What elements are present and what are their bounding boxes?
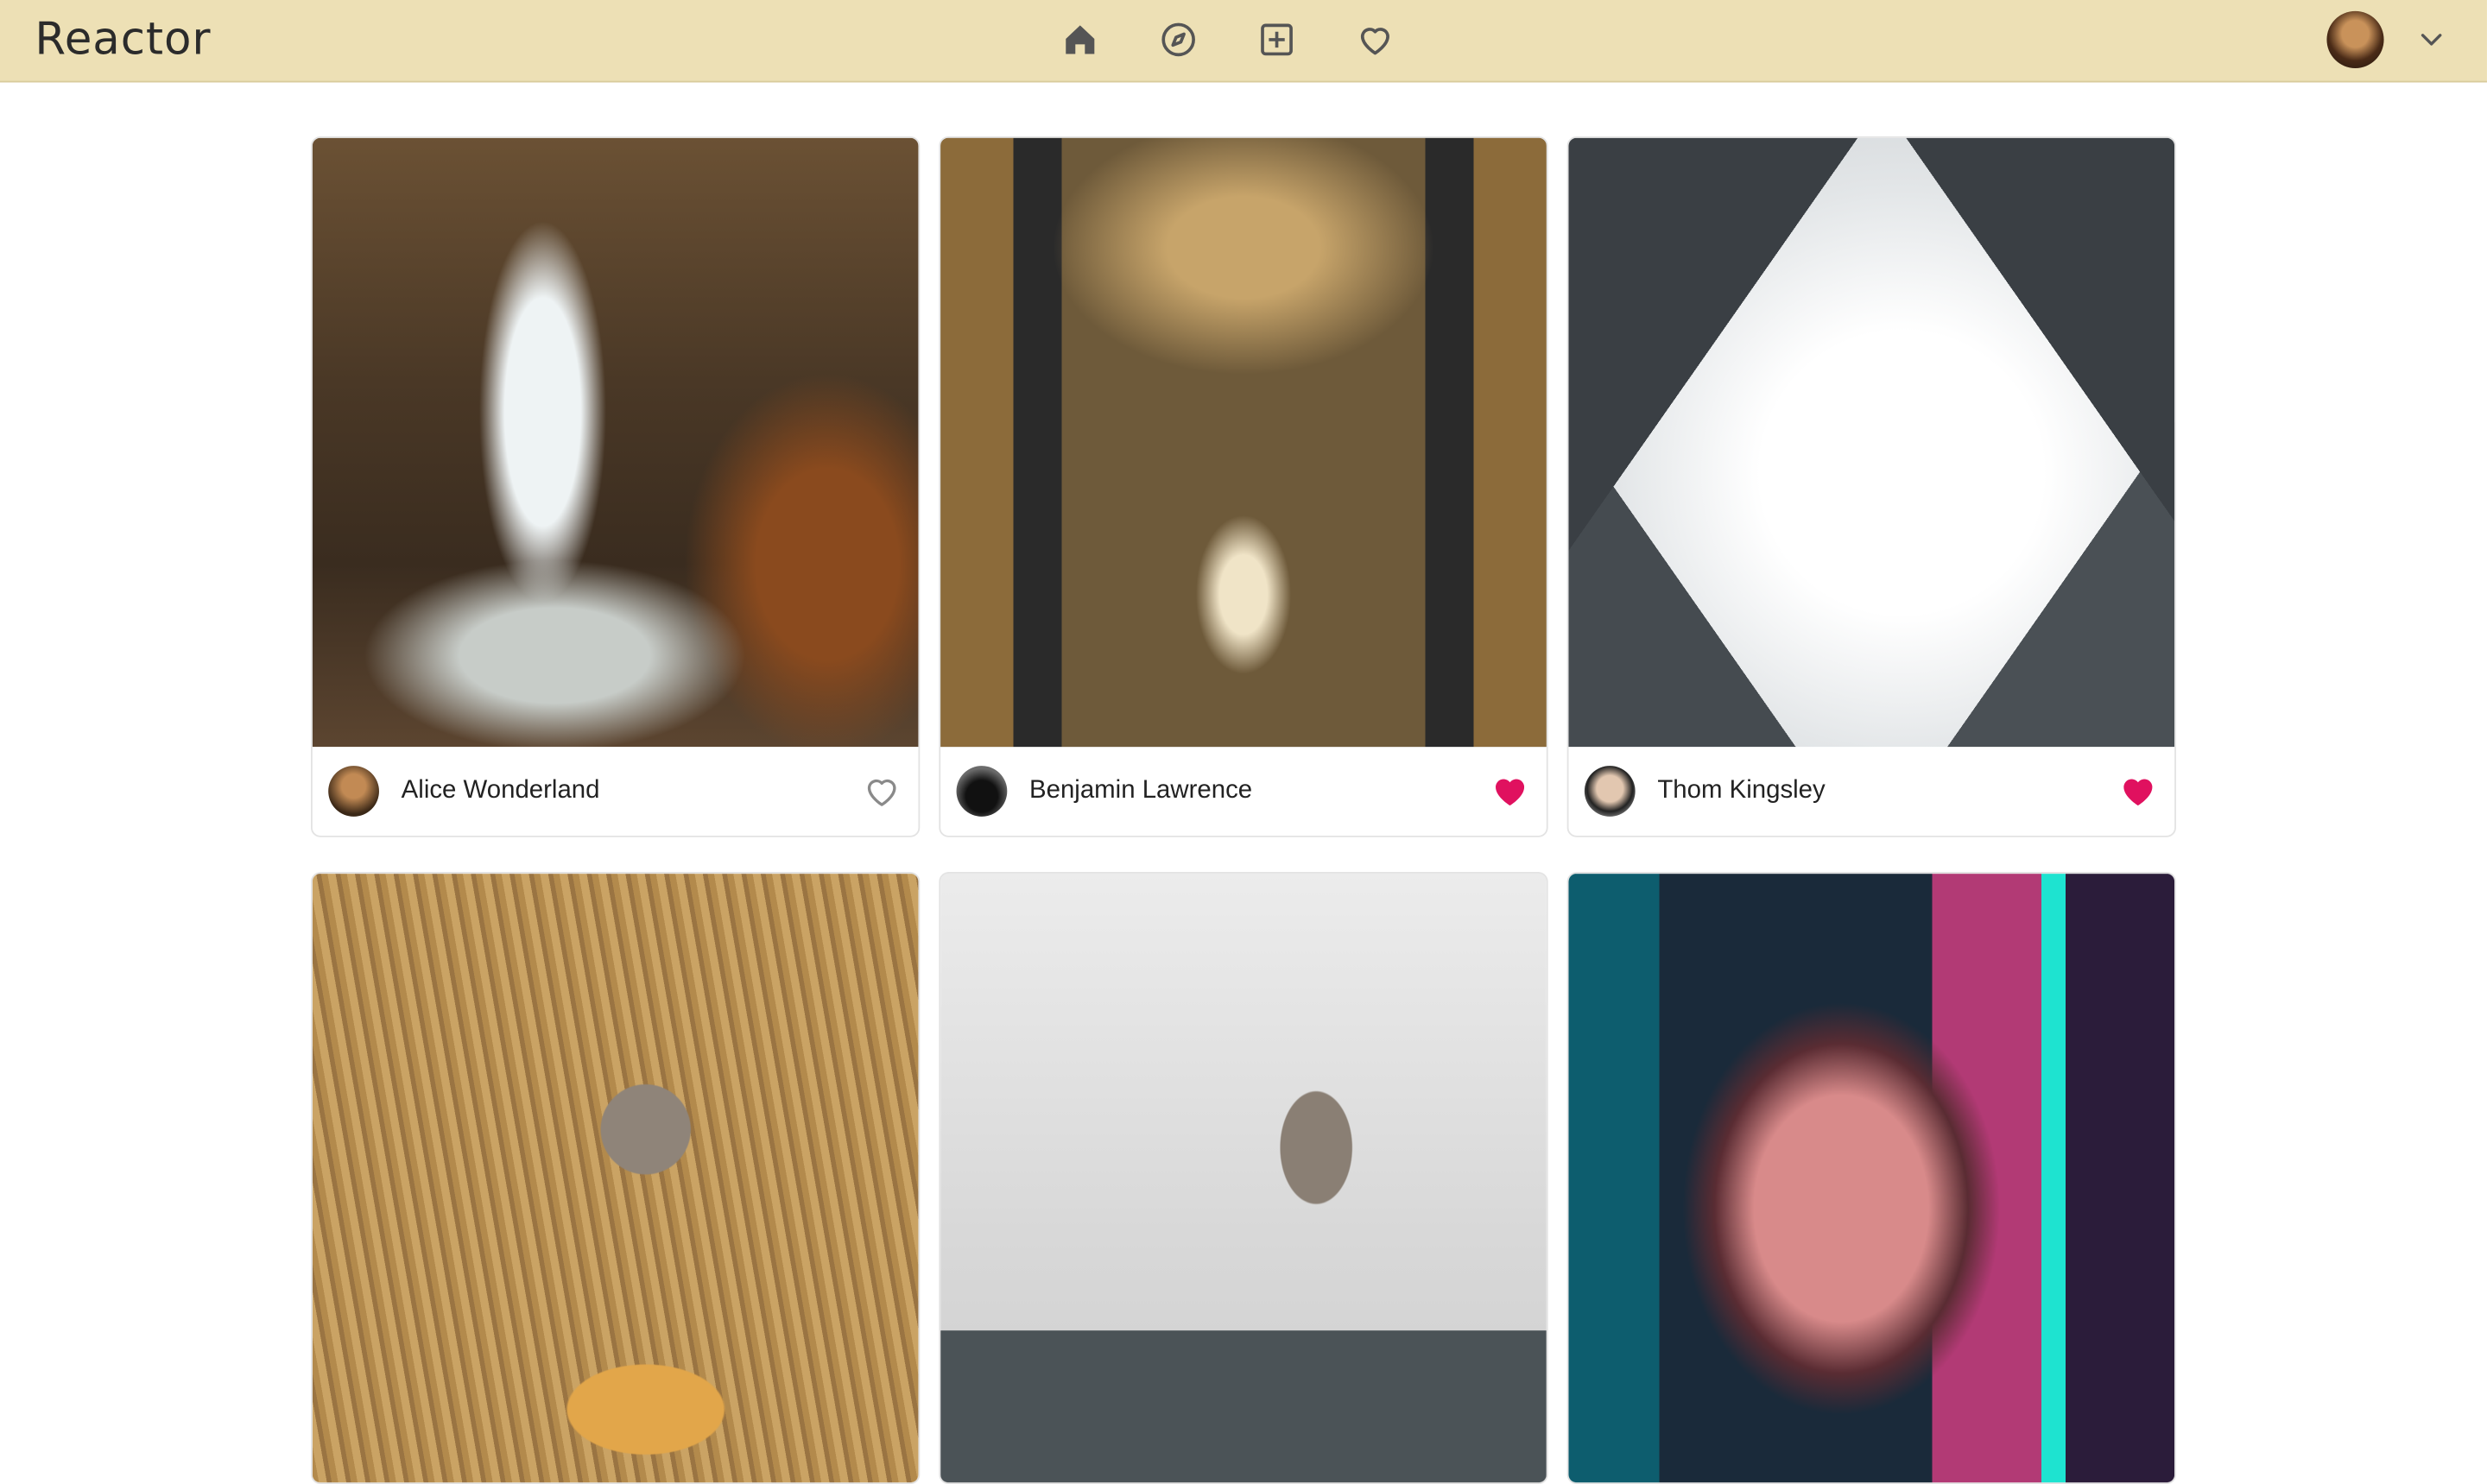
post-card: Alice Wonderland xyxy=(310,136,921,837)
author-name[interactable]: Benjamin Lawrence xyxy=(1029,777,1490,805)
post-photo-waterfall[interactable] xyxy=(312,137,919,748)
author-name[interactable]: Thom Kingsley xyxy=(1657,777,2117,805)
post-card xyxy=(1566,872,2176,1484)
app-logo[interactable]: Reactor xyxy=(35,13,211,66)
heart-filled-icon xyxy=(1496,779,1525,806)
post-photo-neon-portrait[interactable] xyxy=(1568,874,2175,1483)
post-footer: Benjamin Lawrence xyxy=(940,747,1547,836)
chevron-down-icon[interactable] xyxy=(2414,22,2448,57)
post-card: Benjamin Lawrence xyxy=(939,136,1548,837)
top-bar: Reactor xyxy=(0,0,2487,83)
nav-explore-button[interactable] xyxy=(1155,16,1202,63)
nav-new-post-button[interactable] xyxy=(1253,16,1300,63)
home-icon xyxy=(1066,25,1095,54)
author-name[interactable]: Alice Wonderland xyxy=(402,777,862,805)
like-button[interactable] xyxy=(861,771,902,812)
nav-home-button[interactable] xyxy=(1056,16,1104,63)
post-card xyxy=(310,872,921,1484)
heart-filled-icon xyxy=(2123,779,2153,806)
post-photo-church-interior[interactable] xyxy=(940,137,1547,748)
post-photo-monkey[interactable] xyxy=(940,874,1547,1483)
plus-square-icon xyxy=(1261,23,1293,56)
post-card xyxy=(939,872,1548,1484)
user-avatar[interactable] xyxy=(2326,10,2384,68)
post-photo-skyscrapers[interactable] xyxy=(1568,137,2175,748)
like-button[interactable] xyxy=(1490,771,1531,812)
post-footer: Alice Wonderland xyxy=(313,747,919,836)
author-avatar[interactable] xyxy=(328,766,379,817)
main-nav xyxy=(1056,16,1399,63)
nav-activity-button[interactable] xyxy=(1351,16,1399,63)
post-footer: Thom Kingsley xyxy=(1568,747,2174,836)
heart-outline-icon xyxy=(867,779,896,806)
post-card: Thom Kingsley xyxy=(1566,136,2176,837)
compass-icon xyxy=(1161,22,1195,57)
like-button[interactable] xyxy=(2117,771,2159,812)
heart-icon xyxy=(1360,28,1389,55)
post-photo-wheat-field[interactable] xyxy=(312,874,919,1483)
author-avatar[interactable] xyxy=(956,766,1008,817)
author-avatar[interactable] xyxy=(1584,766,1636,817)
